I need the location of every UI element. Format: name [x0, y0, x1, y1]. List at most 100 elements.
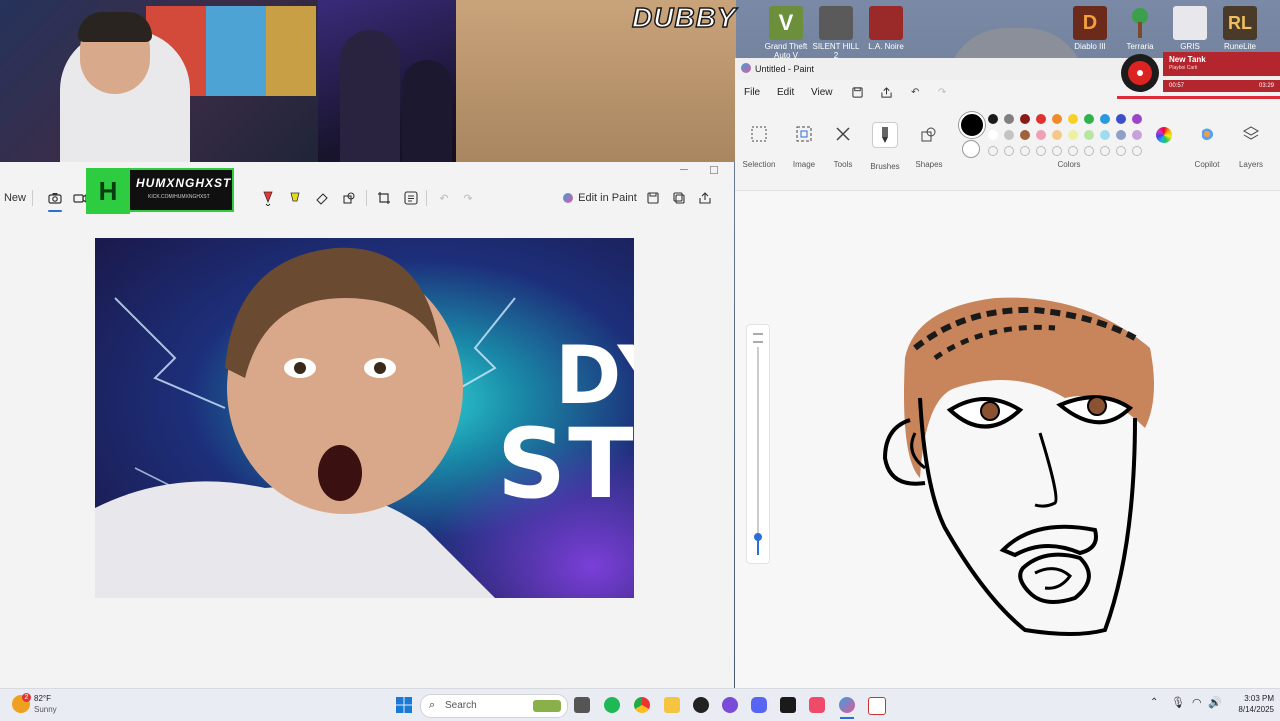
- menu-edit[interactable]: Edit: [777, 87, 794, 98]
- desktop-icon-gris[interactable]: GRIS: [1165, 6, 1215, 51]
- redo-icon[interactable]: ↷: [458, 188, 478, 208]
- secondary-color-swatch[interactable]: [962, 140, 980, 158]
- crop-icon[interactable]: [374, 188, 394, 208]
- palette-row2-swatch-6[interactable]: [1084, 130, 1094, 140]
- minimize-icon[interactable]: ─: [680, 164, 688, 176]
- custom-color-slot[interactable]: [1116, 146, 1126, 156]
- taskbar-search-box[interactable]: ⌕ Search: [420, 694, 568, 718]
- shapes-icon[interactable]: [339, 188, 359, 208]
- selection-tool[interactable]: Selection: [735, 122, 783, 169]
- palette-row1-swatch-4[interactable]: [1052, 114, 1062, 124]
- edit-in-paint-button[interactable]: Edit in Paint: [562, 188, 638, 208]
- file-explorer-icon[interactable]: [664, 697, 680, 713]
- brushes-tool[interactable]: Brushes: [861, 122, 909, 171]
- desktop-icon-silent-hill[interactable]: SILENT HILL 2: [811, 6, 861, 60]
- palette-row2-swatch-7[interactable]: [1100, 130, 1110, 140]
- custom-color-slot[interactable]: [1020, 146, 1030, 156]
- weather-description: Sunny: [34, 705, 57, 714]
- menu-view[interactable]: View: [811, 87, 833, 98]
- save-icon[interactable]: [852, 87, 863, 101]
- wall-poster: [206, 6, 266, 96]
- zoom-thumb[interactable]: [754, 533, 762, 541]
- undo-icon[interactable]: ↶: [911, 87, 919, 98]
- selection-icon: [747, 122, 771, 146]
- custom-color-slot[interactable]: [1004, 146, 1014, 156]
- tools-group[interactable]: Tools: [819, 122, 867, 169]
- microphone-icon[interactable]: 🎙: [1171, 696, 1185, 709]
- ballpoint-pen-icon[interactable]: [258, 188, 278, 208]
- palette-row2-swatch-9[interactable]: [1132, 130, 1142, 140]
- highlighter-icon[interactable]: [285, 188, 305, 208]
- task-view-icon[interactable]: [574, 697, 590, 713]
- shapes-tool[interactable]: Shapes: [905, 122, 953, 169]
- clock[interactable]: 3:03 PM 8/14/2025: [1222, 693, 1274, 715]
- undo-icon[interactable]: ↶: [434, 188, 454, 208]
- discord-icon[interactable]: [751, 697, 767, 713]
- itunes-icon[interactable]: [809, 697, 825, 713]
- redo-icon[interactable]: ↷: [938, 87, 946, 98]
- text-actions-icon[interactable]: [401, 188, 421, 208]
- obs-icon[interactable]: [693, 697, 709, 713]
- palette-row2-swatch-4[interactable]: [1052, 130, 1062, 140]
- custom-color-slot[interactable]: [988, 146, 998, 156]
- track-artist: Playboi Carti: [1169, 65, 1198, 71]
- palette-row1-swatch-5[interactable]: [1068, 114, 1078, 124]
- show-hidden-icons-chevron-icon[interactable]: ⌃: [1150, 697, 1158, 708]
- twitch-icon[interactable]: [722, 697, 738, 713]
- palette-row2-swatch-1[interactable]: [1004, 130, 1014, 140]
- chrome-icon[interactable]: [634, 697, 650, 713]
- menu-file[interactable]: File: [744, 87, 760, 98]
- palette-row1-swatch-8[interactable]: [1116, 114, 1126, 124]
- image-label: Image: [792, 160, 816, 169]
- palette-row2-swatch-5[interactable]: [1068, 130, 1078, 140]
- palette-row1-swatch-3[interactable]: [1036, 114, 1046, 124]
- new-snip-button[interactable]: New: [2, 188, 28, 208]
- brush-icon: [872, 122, 898, 148]
- paint-window-title: Untitled - Paint: [755, 64, 815, 74]
- desktop-icon-terraria[interactable]: Terraria: [1115, 6, 1165, 51]
- spotify-icon[interactable]: [604, 697, 620, 713]
- desktop-icon-runelite[interactable]: RL RuneLite: [1215, 6, 1265, 51]
- wifi-icon[interactable]: ◠: [1192, 696, 1202, 709]
- paint-taskbar-icon[interactable]: [839, 697, 855, 713]
- palette-row2-swatch-2[interactable]: [1020, 130, 1030, 140]
- custom-color-slot[interactable]: [1068, 146, 1078, 156]
- primary-color-swatch[interactable]: [959, 112, 985, 138]
- palette-row1-swatch-9[interactable]: [1132, 114, 1142, 124]
- screenshot-title-line1: DY: [555, 329, 634, 422]
- snipping-tool-taskbar-icon[interactable]: [868, 697, 886, 715]
- camera-icon[interactable]: [46, 188, 64, 208]
- palette-row1-swatch-0[interactable]: [988, 114, 998, 124]
- custom-color-slot[interactable]: [1036, 146, 1046, 156]
- edit-colors-icon[interactable]: [1156, 127, 1172, 143]
- gris-icon: [1173, 6, 1207, 40]
- palette-row2-swatch-8[interactable]: [1116, 130, 1126, 140]
- layers-button[interactable]: Layers: [1227, 122, 1275, 169]
- custom-color-slot[interactable]: [1100, 146, 1110, 156]
- copy-icon[interactable]: [670, 188, 688, 208]
- desktop-icon-gta-v[interactable]: V Grand Theft Auto V: [761, 6, 811, 60]
- palette-row2-swatch-0[interactable]: [988, 130, 998, 140]
- palette-row1-swatch-6[interactable]: [1084, 114, 1094, 124]
- desktop-icon-la-noire[interactable]: L.A. Noire: [861, 6, 911, 51]
- share-icon[interactable]: [881, 87, 892, 101]
- terminal-icon[interactable]: [780, 697, 796, 713]
- custom-color-slot[interactable]: [1052, 146, 1062, 156]
- maximize-icon[interactable]: ☐: [709, 164, 719, 177]
- palette-row1-swatch-1[interactable]: [1004, 114, 1014, 124]
- save-icon[interactable]: [644, 188, 662, 208]
- copilot-button[interactable]: Copilot: [1183, 122, 1231, 169]
- palette-row1-swatch-2[interactable]: [1020, 114, 1030, 124]
- custom-color-slot[interactable]: [1084, 146, 1094, 156]
- start-windows-icon[interactable]: [396, 697, 412, 713]
- share-icon[interactable]: [696, 188, 714, 208]
- weather-temperature[interactable]: 82°F: [34, 694, 51, 703]
- custom-color-slot[interactable]: [1132, 146, 1142, 156]
- palette-row1-swatch-7[interactable]: [1100, 114, 1110, 124]
- paint-canvas-area[interactable]: [735, 198, 1280, 688]
- palette-row2-swatch-3[interactable]: [1036, 130, 1046, 140]
- eraser-icon[interactable]: [312, 188, 332, 208]
- desktop-icon-diablo[interactable]: D Diablo III: [1065, 6, 1115, 51]
- canvas-zoom-slider[interactable]: [746, 324, 770, 564]
- volume-icon[interactable]: 🔊: [1208, 696, 1222, 709]
